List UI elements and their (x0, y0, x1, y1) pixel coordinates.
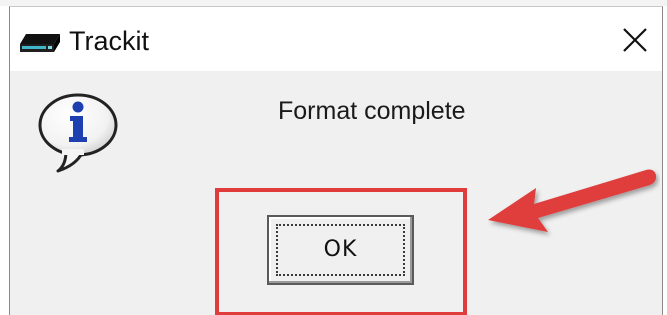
close-button[interactable] (612, 21, 656, 61)
screenshot: Trackit Format complete OK (0, 0, 667, 315)
dialog-message: Format complete (278, 97, 466, 125)
ok-button-label: OK (323, 237, 358, 262)
close-icon (623, 28, 647, 52)
title-bar[interactable]: Trackit (10, 7, 662, 71)
info-icon (32, 91, 124, 173)
dialog-window: Trackit Format complete OK (9, 6, 663, 315)
window-title: Trackit (69, 26, 149, 56)
drive-icon (18, 32, 62, 54)
ok-button[interactable]: OK (267, 215, 414, 285)
arrow-annotation-icon (478, 162, 660, 248)
